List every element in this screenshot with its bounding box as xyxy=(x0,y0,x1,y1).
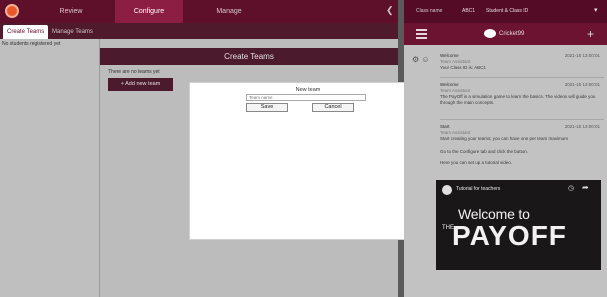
add-new-team-button[interactable]: + Add new team xyxy=(108,78,173,91)
message-timestamp: 2021-10 13:00:01 xyxy=(564,124,600,129)
create-teams-title: Create Teams xyxy=(100,48,398,65)
app-logo-icon xyxy=(5,4,19,18)
tab-configure[interactable]: Configure xyxy=(115,0,183,23)
chat-logo: Cricket99 xyxy=(484,27,524,41)
save-button[interactable]: Save xyxy=(246,103,288,112)
video-title[interactable]: Tutorial for teachers xyxy=(456,186,500,192)
chat-top-bar: Class name ABC1 Student & Class ID ▾ xyxy=(404,0,607,23)
message-text: Your Class ID is: ABC1 xyxy=(440,65,486,70)
chat-message: Here you can set up a tutorial video. xyxy=(440,160,604,166)
chat-message: Welcome Team Assistant 2021-10 13:00:01 … xyxy=(440,82,604,106)
student-selector[interactable]: Student & Class ID xyxy=(486,6,528,16)
message-timestamp: 2021-10 13:00:01 xyxy=(564,82,600,87)
chat-side-icons: ⚙ ☺ xyxy=(412,55,430,64)
hamburger-icon[interactable] xyxy=(416,29,427,39)
tab-manage[interactable]: Manage xyxy=(195,0,263,23)
dialog-title: New team xyxy=(295,87,321,93)
message-text: Go to the Configure tab and click the bu… xyxy=(440,149,529,154)
cancel-button[interactable]: Cancel xyxy=(312,103,354,112)
share-icon[interactable]: ➦ xyxy=(582,183,589,192)
tab-manage-teams[interactable]: Manage Teams xyxy=(48,25,97,39)
tab-review[interactable]: Review xyxy=(40,0,102,23)
message-text: The PayOff is a simulation game to learn… xyxy=(440,94,596,105)
message-text: Here you can set up a tutorial video. xyxy=(440,160,513,165)
tutorial-video-card[interactable]: Tutorial for teachers ◷ ➦ Welcome to THE… xyxy=(436,180,601,270)
class-id-value[interactable]: ABC1 xyxy=(462,6,475,16)
top-nav-bar: Review Configure Manage ❮ xyxy=(0,0,398,23)
message-separator xyxy=(440,77,604,78)
chat-message: Go to the Configure tab and click the bu… xyxy=(440,149,604,155)
clock-icon[interactable]: ◷ xyxy=(568,184,574,192)
team-name-input[interactable] xyxy=(246,94,366,101)
plus-icon[interactable]: + xyxy=(587,27,594,41)
video-the-text: THE xyxy=(442,225,454,231)
no-teams-hint: There are no teams yet xyxy=(108,69,160,75)
message-separator xyxy=(440,119,604,120)
chevron-left-icon[interactable]: ❮ xyxy=(386,5,394,16)
eye-logo-icon xyxy=(484,28,496,38)
tab-create-teams[interactable]: Create Teams xyxy=(3,25,49,39)
chat-message: Welcome Team Assistant 2021-10 13:00:01 … xyxy=(440,53,604,71)
new-team-dialog: New team Save Cancel xyxy=(189,82,425,240)
empty-students-text: No students registered yet xyxy=(2,41,61,47)
chat-logo-text: Cricket99 xyxy=(499,31,525,37)
message-timestamp: 2021-10 13:00:01 xyxy=(564,53,600,58)
student-list-panel: No students registered yet xyxy=(0,39,100,297)
video-brand-text: PAYOFF xyxy=(452,220,567,251)
sub-tab-bar: Create Teams Manage Teams xyxy=(0,23,398,39)
message-text: Start creating your teams; you can have … xyxy=(440,136,569,141)
chat-header-bar: Cricket99 + xyxy=(404,23,607,45)
channel-avatar-icon xyxy=(442,185,452,195)
class-name-label: Class name xyxy=(416,8,443,14)
chevron-down-icon[interactable]: ▾ xyxy=(594,6,598,16)
chat-message: Start Team Assistant 2021-10 13:00:01 St… xyxy=(440,124,604,142)
